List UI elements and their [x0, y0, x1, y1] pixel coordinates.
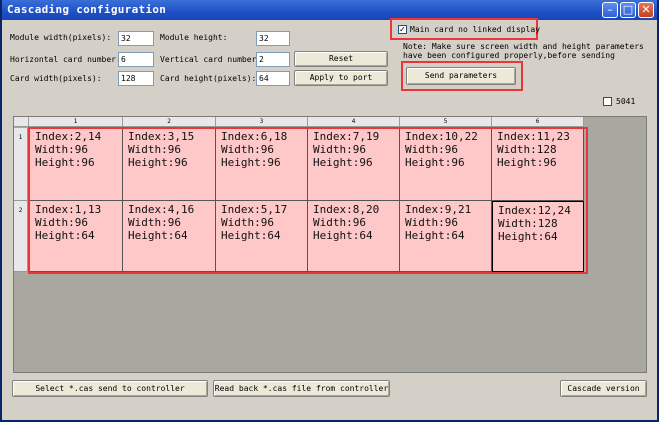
grid-cell[interactable]: Index:3,15 Width:96 Height:96: [123, 128, 216, 201]
grid-cell[interactable]: Index:1,13 Width:96 Height:64: [30, 201, 123, 272]
cascading-config-window: Cascading configuration – □ ✕ Module wid…: [0, 0, 659, 422]
main-card-checkbox[interactable]: ✓: [398, 25, 407, 34]
row-header[interactable]: 1: [14, 128, 28, 201]
window-title: Cascading configuration: [7, 3, 167, 16]
minimize-icon[interactable]: –: [602, 2, 618, 18]
grid-cell[interactable]: Index:9,21 Width:96 Height:64: [400, 201, 492, 272]
column-header[interactable]: 3: [216, 117, 308, 127]
grid-cell[interactable]: Index:11,23 Width:128 Height:96: [492, 128, 584, 201]
module-height-input[interactable]: 32: [256, 31, 290, 46]
card-height-input[interactable]: 64: [256, 71, 290, 86]
grid-cell[interactable]: Index:4,16 Width:96 Height:64: [123, 201, 216, 272]
send-parameters-button[interactable]: Send parameters: [406, 67, 516, 85]
vertical-card-input[interactable]: 2: [256, 52, 290, 67]
note-text: Note: Make sure screen width and height …: [403, 42, 644, 62]
read-back-button[interactable]: Read back *.cas file from controller: [213, 380, 390, 397]
grid-cell[interactable]: Index:7,19 Width:96 Height:96: [308, 128, 400, 201]
card-height-label: Card height(pixels):: [160, 74, 257, 83]
row-header[interactable]: 2: [14, 201, 28, 272]
card-width-label: Card width(pixels):: [10, 74, 102, 83]
grid-cell[interactable]: Index:12,24 Width:128 Height:64: [492, 201, 584, 272]
grid-corner: [14, 117, 29, 127]
vertical-card-label: Vertical card number:: [160, 55, 262, 64]
column-header[interactable]: 6: [492, 117, 584, 127]
grid-cell[interactable]: Index:2,14 Width:96 Height:96: [30, 128, 123, 201]
title-bar[interactable]: Cascading configuration – □ ✕: [2, 0, 657, 20]
horizontal-card-label: Horizontal card number:: [10, 55, 121, 64]
grid-cell[interactable]: Index:5,17 Width:96 Height:64: [216, 201, 308, 272]
maximize-icon[interactable]: □: [620, 2, 636, 18]
module-width-label: Module width(pixels):: [10, 33, 112, 42]
horizontal-card-input[interactable]: 6: [118, 52, 154, 67]
close-icon[interactable]: ✕: [638, 2, 654, 18]
module-height-label: Module height:: [160, 33, 228, 42]
module-width-input[interactable]: 32: [118, 31, 154, 46]
c5041-checkbox[interactable]: [603, 97, 612, 106]
column-header[interactable]: 1: [29, 117, 123, 127]
select-cas-button[interactable]: Select *.cas send to controller: [12, 380, 208, 397]
column-header[interactable]: 5: [400, 117, 492, 127]
cascade-version-button[interactable]: Cascade version: [560, 380, 647, 397]
c5041-label: 5041: [616, 97, 636, 106]
column-header[interactable]: 2: [123, 117, 216, 127]
card-width-input[interactable]: 128: [118, 71, 154, 86]
apply-to-port-button[interactable]: Apply to port: [294, 70, 388, 86]
column-header[interactable]: 4: [308, 117, 400, 127]
main-card-label: Main card no linked display: [410, 25, 541, 34]
grid-cell[interactable]: Index:8,20 Width:96 Height:64: [308, 201, 400, 272]
grid-cell[interactable]: Index:10,22 Width:96 Height:96: [400, 128, 492, 201]
grid-cell[interactable]: Index:6,18 Width:96 Height:96: [216, 128, 308, 201]
reset-button[interactable]: Reset: [294, 51, 388, 67]
